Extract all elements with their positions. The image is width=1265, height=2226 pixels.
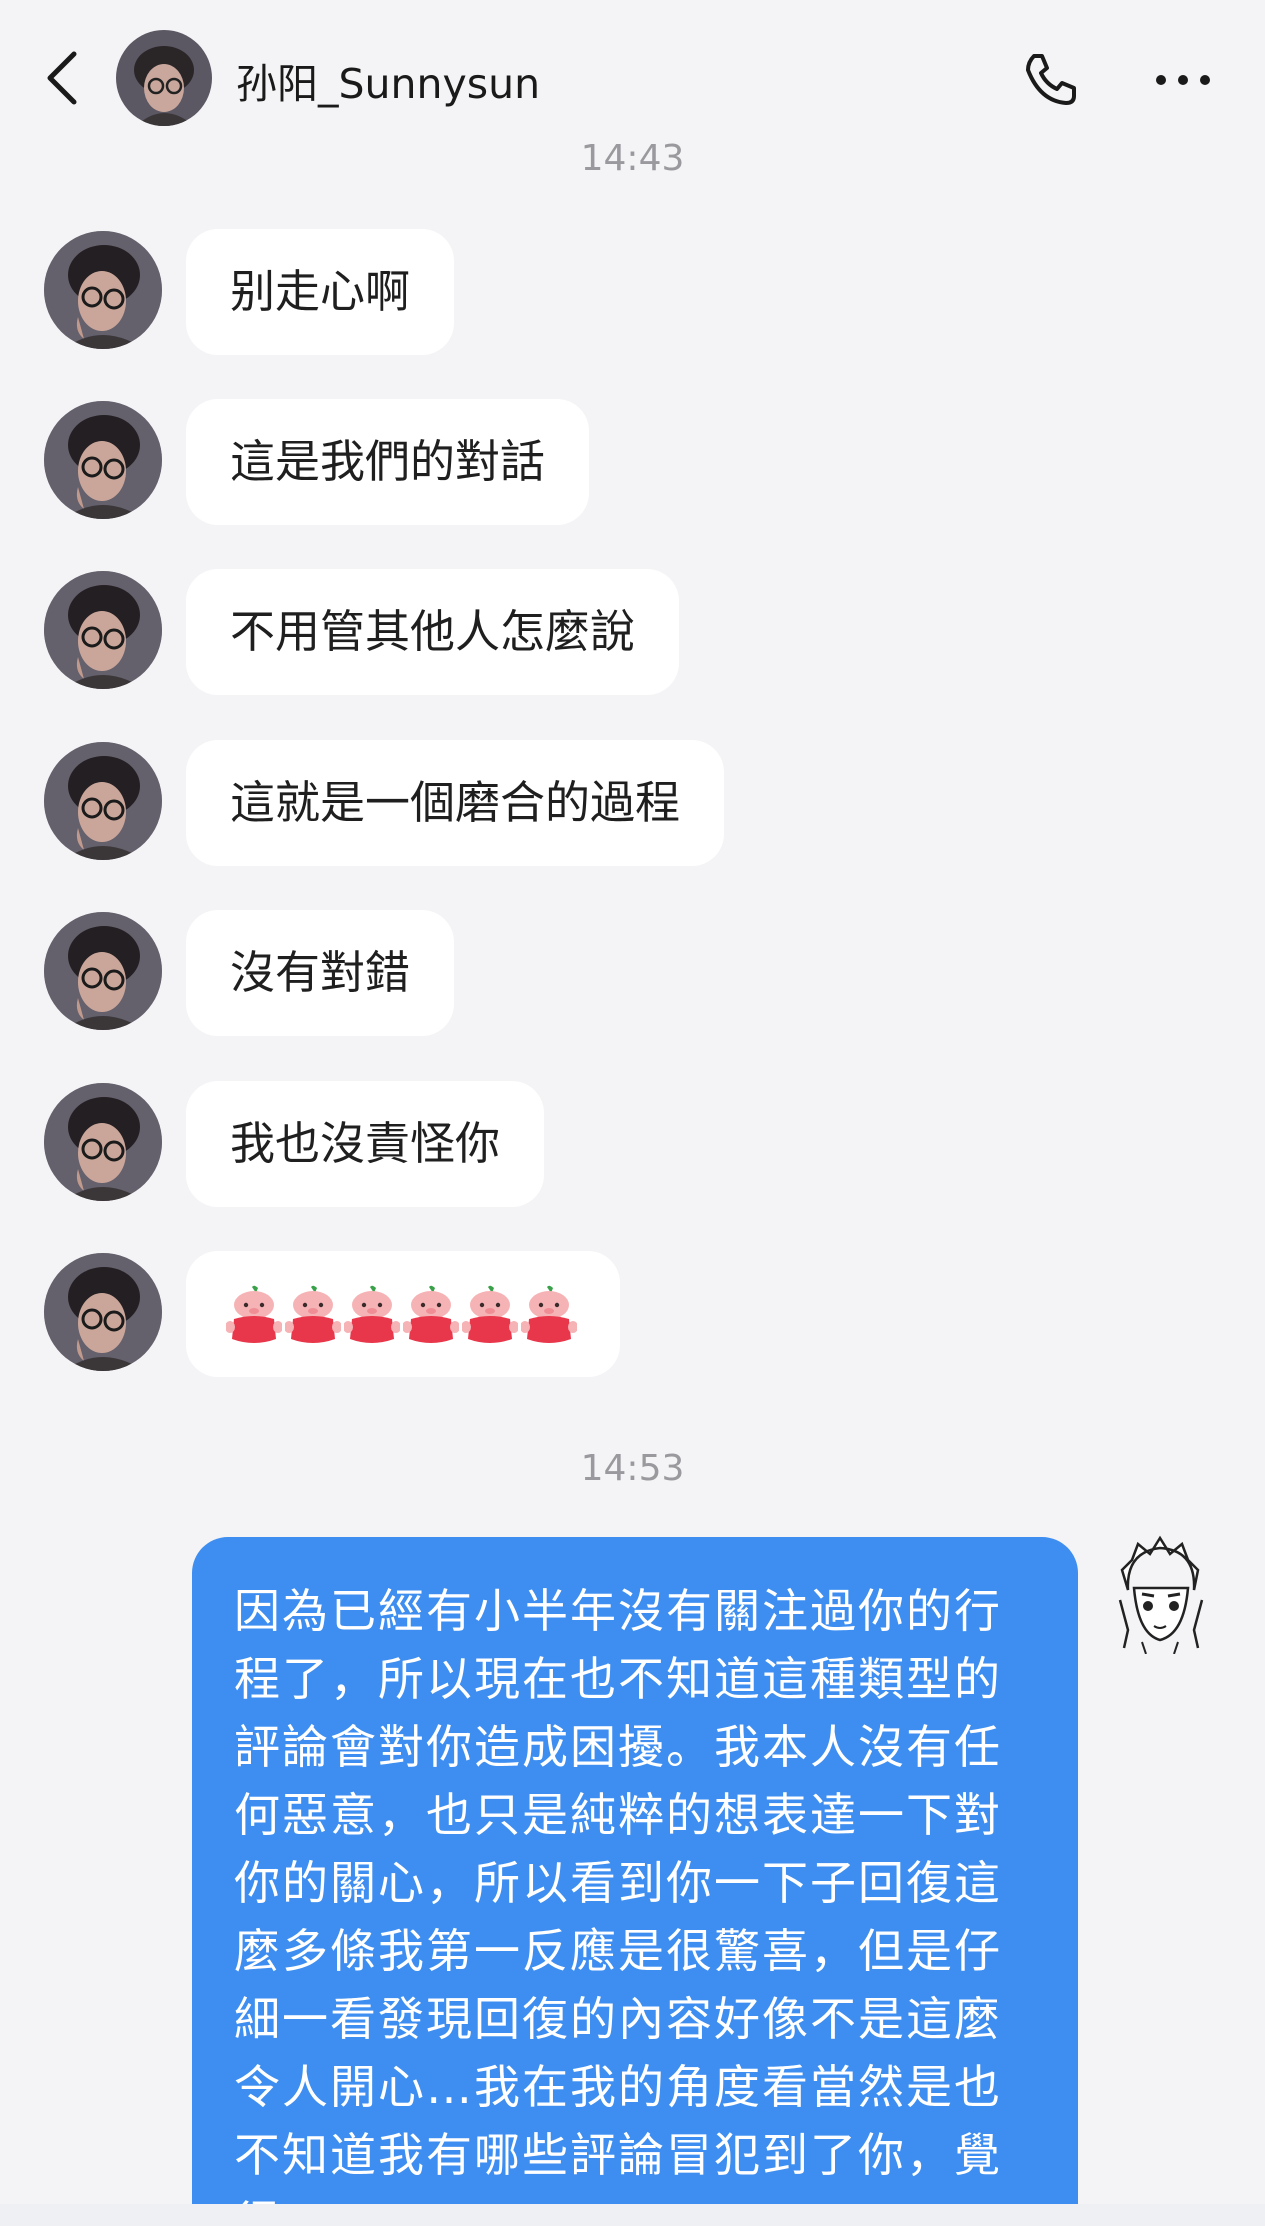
sender-avatar[interactable] bbox=[44, 1253, 162, 1371]
pig-emoji-icon bbox=[461, 1285, 519, 1347]
message-row: 沒有對錯 bbox=[0, 910, 1265, 1040]
sent-message-text: 因為已經有小半年沒有關注過你的行程了，所以現在也不知道這種類型的評論會對你造成困… bbox=[234, 1584, 1002, 2226]
timestamp: 14:43 bbox=[580, 138, 685, 179]
chat-header: 孙阳_Sunnysun bbox=[0, 0, 1265, 150]
pig-emoji-icon bbox=[284, 1285, 342, 1347]
sender-avatar[interactable] bbox=[44, 571, 162, 689]
chevron-left-icon bbox=[47, 51, 77, 105]
message-row: 這就是一個磨合的過程 bbox=[0, 740, 1265, 870]
phone-icon bbox=[1026, 54, 1076, 105]
more-dots-icon bbox=[1156, 75, 1210, 85]
more-options-button[interactable] bbox=[1152, 60, 1214, 100]
sender-avatar[interactable] bbox=[44, 1083, 162, 1201]
back-button[interactable] bbox=[40, 48, 86, 108]
sender-avatar[interactable] bbox=[44, 401, 162, 519]
bottom-edge bbox=[0, 2204, 1265, 2226]
message-row bbox=[0, 1251, 1265, 1381]
call-button[interactable] bbox=[1020, 48, 1082, 110]
message-row: 這是我們的對話 bbox=[0, 399, 1265, 529]
received-message[interactable]: 這是我們的對話 bbox=[186, 399, 590, 525]
pig-emoji-icon bbox=[402, 1285, 460, 1347]
pig-emoji-icon bbox=[225, 1285, 283, 1347]
my-avatar[interactable] bbox=[1098, 1530, 1222, 1655]
contact-avatar[interactable] bbox=[116, 30, 212, 126]
received-message[interactable]: 不用管其他人怎麼說 bbox=[186, 569, 680, 695]
sender-avatar[interactable] bbox=[44, 742, 162, 860]
sender-avatar[interactable] bbox=[44, 231, 162, 349]
message-row: 别走心啊 bbox=[0, 229, 1265, 359]
received-message[interactable]: 我也沒責怪你 bbox=[186, 1081, 545, 1207]
message-row: 不用管其他人怎麼說 bbox=[0, 569, 1265, 699]
pig-emoji-icon bbox=[343, 1285, 401, 1347]
contact-name: 孙阳_Sunnysun bbox=[236, 60, 541, 108]
received-message[interactable]: 沒有對錯 bbox=[186, 910, 455, 1036]
timestamp: 14:53 bbox=[580, 1448, 685, 1489]
emoji-sequence bbox=[225, 1285, 580, 1349]
sent-message[interactable]: 因為已經有小半年沒有關注過你的行程了，所以現在也不知道這種類型的評論會對你造成困… bbox=[192, 1537, 1078, 2226]
pig-emoji-icon bbox=[520, 1285, 578, 1347]
sender-avatar[interactable] bbox=[44, 912, 162, 1030]
received-message[interactable]: 這就是一個磨合的過程 bbox=[186, 740, 725, 866]
message-row: 我也沒責怪你 bbox=[0, 1081, 1265, 1211]
received-message[interactable]: 别走心啊 bbox=[186, 229, 455, 355]
